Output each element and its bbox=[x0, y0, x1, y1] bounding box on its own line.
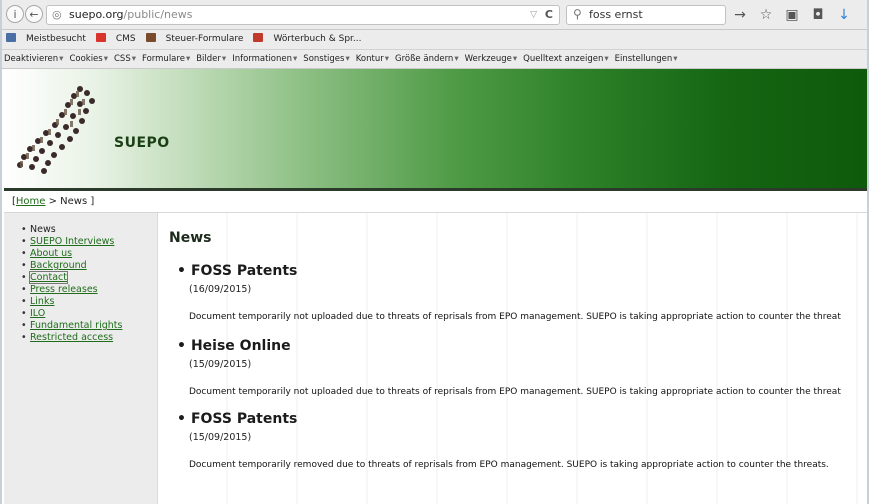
dropdown-arrow-icon: ▾ bbox=[673, 54, 678, 64]
dropdown-arrow-icon: ▾ bbox=[59, 54, 64, 64]
breadcrumb: [Home > News ] bbox=[4, 191, 867, 213]
clipboard-icon[interactable]: ▣ bbox=[784, 7, 800, 23]
devbar-menu-item[interactable]: Sonstiges bbox=[303, 54, 344, 64]
sidebar-link[interactable]: Fundamental rights bbox=[30, 320, 122, 331]
dropdown-arrow-icon: ▾ bbox=[384, 54, 389, 64]
sidebar-link[interactable]: About us bbox=[30, 248, 72, 259]
sidebar-item[interactable]: SUEPO Interviews bbox=[21, 236, 157, 248]
news-item-date: (15/09/2015) bbox=[189, 432, 252, 443]
devbar-menu-item[interactable]: Werkzeuge bbox=[465, 54, 512, 64]
news-item-title[interactable]: • FOSS Patents bbox=[177, 263, 297, 279]
news-item-text: Document temporarily not uploaded due to… bbox=[189, 312, 841, 322]
globe-icon: ◎ bbox=[52, 8, 62, 21]
dropdown-arrow-icon: ▾ bbox=[185, 54, 191, 64]
bookmark-icon bbox=[6, 33, 16, 42]
sidebar-link[interactable]: Links bbox=[30, 296, 54, 307]
sidebar-item[interactable]: Links bbox=[21, 296, 157, 308]
news-item-title[interactable]: • FOSS Patents bbox=[177, 411, 297, 427]
sidebar-item[interactable]: Background bbox=[21, 260, 157, 272]
news-item-date: (15/09/2015) bbox=[189, 359, 252, 370]
news-item: • Heise Online (15/09/2015) Document temp… bbox=[177, 338, 841, 397]
dropdown-arrow-icon: ▾ bbox=[512, 54, 518, 64]
sidebar-nav: NewsSUEPO InterviewsAbout usBackgroundCo… bbox=[4, 224, 157, 344]
devbar-menu-item[interactable]: Deaktivieren bbox=[4, 54, 58, 64]
breadcrumb-home-link[interactable]: Home bbox=[16, 196, 46, 207]
search-input[interactable]: ⚲ foss ernst bbox=[566, 5, 726, 25]
news-item-date: (16/09/2015) bbox=[189, 284, 252, 295]
devbar-menu-item[interactable]: CSS bbox=[114, 54, 131, 64]
page-title: News bbox=[169, 230, 212, 246]
dropdown-arrow-icon: ▾ bbox=[345, 54, 350, 64]
sidebar-link[interactable]: Press releases bbox=[30, 284, 98, 295]
bookmarks-toolbar: Meistbesucht CMS Steuer-Formulare Wörterbuc… bbox=[2, 30, 867, 50]
devbar-menu-item[interactable]: Größe ändern bbox=[395, 54, 453, 64]
bookmark-label: Wörterbuch & Spr... bbox=[273, 34, 362, 44]
devbar-menu-item[interactable]: Informationen bbox=[232, 54, 292, 64]
devbar-menu-item[interactable]: Kontur bbox=[356, 54, 384, 64]
breadcrumb-rest: > News ] bbox=[45, 196, 95, 207]
news-item-text: Document temporarily not uploaded due to… bbox=[189, 387, 841, 397]
download-icon[interactable]: ↓ bbox=[836, 7, 852, 23]
back-icon[interactable]: ← bbox=[25, 5, 43, 23]
sidebar-link[interactable]: Restricted access bbox=[30, 332, 113, 343]
forward-icon[interactable]: → bbox=[732, 7, 748, 23]
dropdown-arrow-icon: ▾ bbox=[293, 54, 298, 64]
bookmark-icon bbox=[253, 33, 264, 42]
bookmark-item[interactable]: Meistbesucht bbox=[6, 33, 86, 44]
dropdown-arrow-icon: ▾ bbox=[604, 54, 609, 64]
devbar-menu-item[interactable]: Bilder bbox=[196, 54, 221, 64]
dropdown-icon[interactable]: ▽ bbox=[530, 6, 537, 24]
site-banner: SUEPO bbox=[4, 69, 867, 189]
sidebar-link[interactable]: SUEPO Interviews bbox=[30, 236, 114, 247]
bookmark-item[interactable]: Wörterbuch & Spr... bbox=[253, 33, 362, 44]
bookmark-icon bbox=[95, 33, 106, 42]
dropdown-arrow-icon: ▾ bbox=[131, 54, 137, 64]
sidebar-item[interactable]: Press releases bbox=[21, 284, 157, 296]
sidebar: NewsSUEPO InterviewsAbout usBackgroundCo… bbox=[4, 213, 158, 504]
sidebar-item[interactable]: News bbox=[21, 224, 157, 236]
sidebar-link[interactable]: Contact bbox=[29, 271, 68, 284]
url-host: suepo.org bbox=[69, 8, 124, 21]
devbar-menu-item[interactable]: Formulare bbox=[142, 54, 185, 64]
news-item-text: Document temporarily removed due to thre… bbox=[189, 460, 829, 470]
sidebar-item[interactable]: ILO bbox=[21, 308, 157, 320]
news-item-title[interactable]: • Heise Online bbox=[177, 338, 291, 354]
dropdown-arrow-icon: ▾ bbox=[103, 54, 108, 64]
sidebar-item[interactable]: Contact bbox=[21, 271, 157, 284]
browser-toolbar: i ← ◎ suepo.org/public/news ▽ C ⚲ foss e… bbox=[2, 0, 867, 30]
bookmark-star-icon[interactable]: ☆ bbox=[758, 7, 774, 23]
bookmark-label: CMS bbox=[115, 34, 136, 44]
devbar-menu-item[interactable]: Einstellungen bbox=[615, 54, 673, 64]
sidebar-link[interactable]: ILO bbox=[30, 308, 45, 319]
dropdown-arrow-icon: ▾ bbox=[454, 54, 459, 64]
address-bar[interactable]: ◎ suepo.org/public/news ▽ C bbox=[46, 5, 560, 25]
bookmark-label: Steuer-Formulare bbox=[165, 34, 244, 44]
browser-window: i ← ◎ suepo.org/public/news ▽ C ⚲ foss e… bbox=[0, 0, 869, 504]
news-item: • FOSS Patents (16/09/2015) Document temp… bbox=[177, 263, 841, 322]
bookmark-label: Meistbesucht bbox=[26, 34, 86, 44]
sidebar-label: News bbox=[30, 224, 56, 235]
crowd-logo-icon bbox=[17, 86, 95, 174]
search-value: foss ernst bbox=[589, 8, 643, 21]
url-path: /public/news bbox=[123, 8, 193, 21]
dropdown-arrow-icon: ▾ bbox=[221, 54, 227, 64]
sidebar-link[interactable]: Background bbox=[30, 260, 87, 271]
sidebar-item[interactable]: Fundamental rights bbox=[21, 320, 157, 332]
bookmark-item[interactable]: Steuer-Formulare bbox=[145, 33, 244, 44]
site-title: SUEPO bbox=[114, 135, 170, 151]
devbar-menu-item[interactable]: Quelltext anzeigen bbox=[523, 54, 603, 64]
pocket-icon[interactable]: ◘ bbox=[810, 7, 826, 23]
main-content: News • FOSS Patents (16/09/2015) Document… bbox=[158, 213, 867, 504]
sidebar-item[interactable]: Restricted access bbox=[21, 332, 157, 344]
info-icon[interactable]: i bbox=[6, 5, 24, 23]
bookmark-icon bbox=[145, 33, 156, 42]
search-icon: ⚲ bbox=[573, 7, 582, 21]
devbar-menu-item[interactable]: Cookies bbox=[69, 54, 102, 64]
web-developer-toolbar: Deaktivieren▾ Cookies▾ CSS▾ Formulare▾ Bilde… bbox=[2, 50, 867, 69]
reload-icon[interactable]: C bbox=[545, 6, 553, 24]
news-item: • FOSS Patents (15/09/2015) Document temp… bbox=[177, 411, 829, 470]
sidebar-item[interactable]: About us bbox=[21, 248, 157, 260]
bookmark-item[interactable]: CMS bbox=[95, 33, 136, 44]
